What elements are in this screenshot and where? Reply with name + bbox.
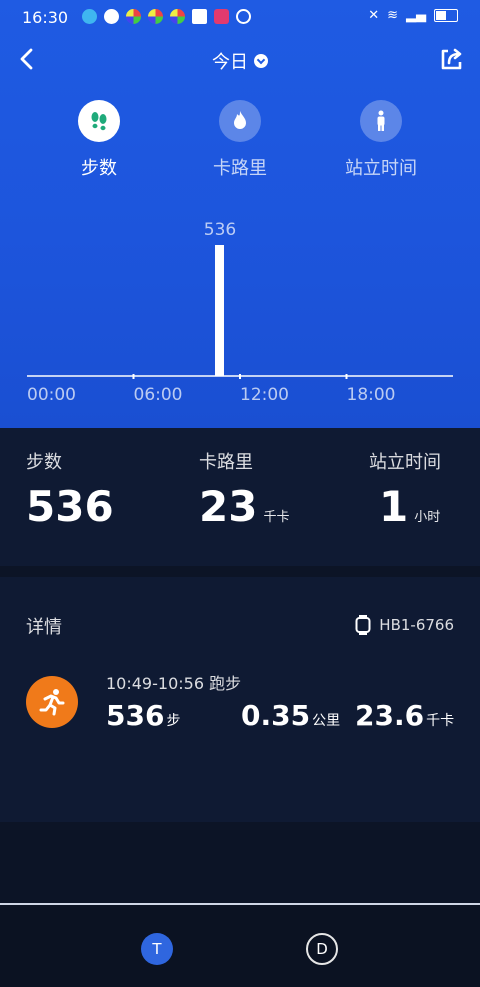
status-time: 16:30 (22, 8, 69, 27)
app-notification-icon (236, 9, 251, 24)
footprints-icon (78, 100, 120, 142)
activity-calories-value: 23.6 (355, 699, 425, 732)
activity-distance: 0.35 公里 (241, 699, 340, 732)
x-tick-label: 06:00 (133, 385, 183, 405)
summary-unit: 千卡 (263, 510, 290, 525)
app-notification-icon (148, 9, 163, 24)
nav-t-button[interactable]: T (141, 933, 173, 965)
tab-label: 卡路里 (213, 158, 267, 179)
page-title: 今日 (212, 52, 248, 73)
bottom-nav: T D (0, 905, 480, 987)
summary-standing: 站立时间 1 小时 (369, 448, 441, 541)
x-tick-label: 18:00 (346, 385, 396, 405)
x-tick-label: 12:00 (240, 385, 289, 405)
summary-value: 536 (26, 482, 114, 531)
summary-value: 23 (199, 482, 258, 531)
flame-icon (219, 100, 261, 142)
tab-label: 步数 (81, 158, 117, 179)
mute-icon: ✕ (368, 8, 380, 23)
share-icon (441, 48, 462, 70)
gallery-icon (192, 9, 207, 24)
chevron-down-icon (254, 54, 268, 68)
summary-calories: 卡路里 23 千卡 (199, 448, 289, 541)
watch-icon (355, 615, 371, 635)
tab-standing[interactable]: 站立时间 (321, 100, 441, 180)
activity-distance-unit: 公里 (312, 713, 341, 729)
summary-steps: 步数 536 (26, 448, 114, 530)
summary-label: 站立时间 (369, 452, 441, 473)
device-info[interactable]: HB1-6766 (355, 615, 454, 635)
summary-value: 1 (379, 482, 409, 531)
activity-calories: 23.6 千卡 (355, 699, 454, 732)
nav-d-button[interactable]: D (306, 933, 338, 965)
chart-bar[interactable] (214, 245, 224, 376)
summary-label: 卡路里 (199, 452, 253, 473)
activity-steps-value: 536 (106, 699, 165, 732)
signal-icon: ▂▄ (406, 8, 426, 23)
tab-steps[interactable]: 步数 (39, 100, 159, 180)
app-notification-icon (82, 9, 97, 24)
metric-tabs: 步数 卡路里 站立时间 (0, 100, 480, 190)
activity-calories-unit: 千卡 (426, 713, 455, 729)
standing-person-icon (360, 100, 402, 142)
heart-app-icon (214, 9, 229, 24)
date-selector[interactable]: 今日 (0, 48, 480, 74)
detail-title: 详情 (26, 617, 62, 638)
activity-steps: 536 步 (106, 699, 180, 732)
activity-time: 10:49-10:56 跑步 (106, 674, 242, 693)
app-notification-icon (126, 9, 141, 24)
summary-label: 步数 (26, 452, 62, 473)
app-notification-icon (170, 9, 185, 24)
battery-icon (434, 9, 458, 22)
tab-calories[interactable]: 卡路里 (180, 100, 300, 180)
summary-panel: 步数 536 卡路里 23 千卡 站立时间 1 小时 (0, 428, 480, 566)
summary-unit: 小时 (414, 510, 441, 525)
wifi-icon: ≋ (387, 8, 398, 23)
device-name: HB1-6766 (379, 616, 454, 634)
x-axis-labels: 00:00 06:00 12:00 18:00 (0, 385, 480, 410)
status-indicators: ✕ ≋ ▂▄ (368, 8, 458, 23)
tab-label: 站立时间 (345, 158, 417, 179)
activity-distance-value: 0.35 (241, 699, 311, 732)
x-tick-label: 00:00 (27, 385, 76, 405)
top-nav: 今日 (0, 40, 480, 80)
app-notification-icon (104, 9, 119, 24)
steps-chart: 536 00:00 06:00 12:00 18:00 (0, 200, 480, 420)
share-button[interactable] (434, 42, 468, 76)
detail-panel: 详情 HB1-6766 10:49-10:56 跑步 536 步 0.35 公里 2… (0, 577, 480, 822)
notification-icons (82, 9, 251, 24)
status-bar: 16:30 ✕ ≋ ▂▄ (0, 0, 480, 34)
activity-row[interactable]: 536 步 0.35 公里 23.6 千卡 (0, 699, 480, 739)
chart-bar-label: 536 (204, 220, 236, 240)
activity-steps-unit: 步 (166, 713, 181, 729)
